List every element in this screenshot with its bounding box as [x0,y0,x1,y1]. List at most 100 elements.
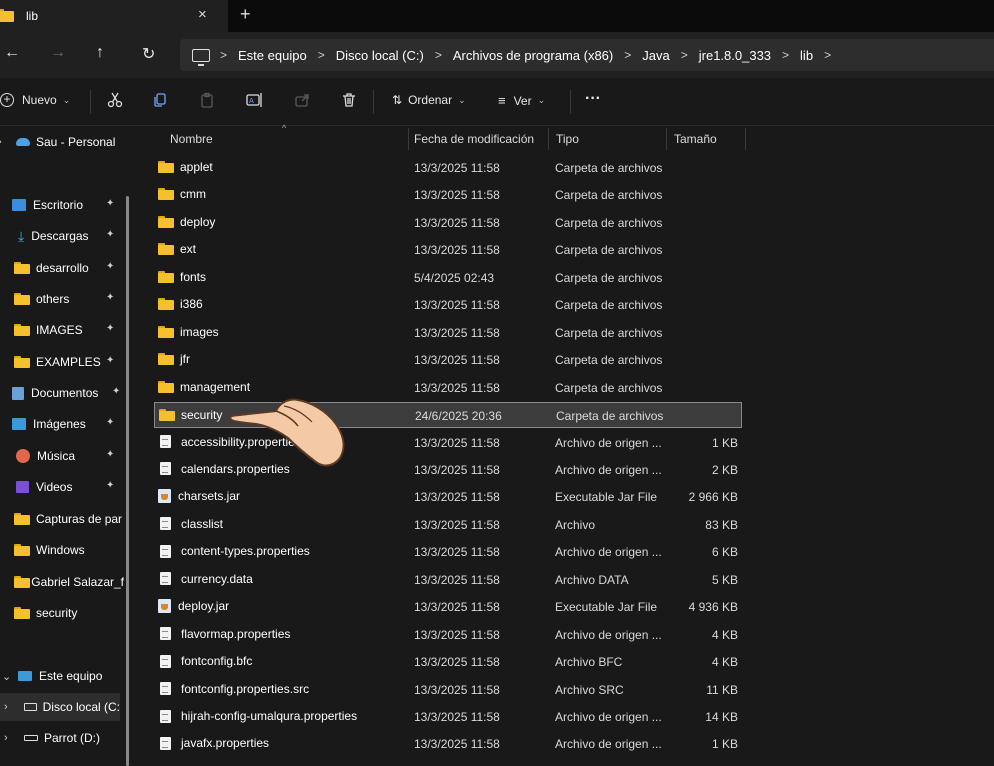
breadcrumb-separator[interactable]: > [824,48,831,62]
file-row[interactable]: javafx.properties 13/3/2025 11:58 Archivo … [154,731,742,757]
file-row[interactable]: content-types.properties 13/3/2025 11:58 A… [154,539,742,565]
view-button[interactable]: ≡ Ver ⌄ [498,93,545,108]
document-icon [160,709,171,723]
file-date: 13/3/2025 11:58 [414,298,500,313]
desktop-icon [12,199,26,211]
sidebar-item-musica[interactable]: Música ✦ [0,442,124,470]
sidebar-item-sau-personal[interactable]: › Sau - Personal [0,128,124,156]
breadcrumb-separator[interactable]: > [220,48,227,62]
sort-button[interactable]: ⇅ Ordenar ⌄ [392,93,466,107]
back-arrow-icon[interactable]: ← [4,44,20,62]
breadcrumb-archivos-de-programa[interactable]: Archivos de programa (x86) [453,48,613,63]
refresh-icon[interactable]: ↻ [142,44,155,64]
file-row[interactable]: ext 13/3/2025 11:58 Carpeta de archivos [154,237,742,263]
sidebar-item-examples[interactable]: EXAMPLES ✦ [0,348,124,376]
breadcrumb-disco-local[interactable]: Disco local (C:) [336,48,424,63]
share-icon[interactable] [293,91,311,109]
column-divider[interactable] [408,128,409,150]
column-header-type[interactable]: Tipo [556,126,579,152]
file-name-cell: applet [158,160,213,174]
forward-arrow-icon[interactable]: → [50,44,66,62]
sidebar-scrollbar[interactable] [126,196,129,766]
sidebar-item-este-equipo[interactable]: ⌄ Este equipo [0,662,124,690]
file-row[interactable]: fontconfig.bfc 13/3/2025 11:58 Archivo BFC… [154,649,742,675]
file-row[interactable]: charsets.jar 13/3/2025 11:58 Executable Ja… [154,484,742,510]
pin-icon: ✦ [106,323,115,334]
sidebar-item-videos[interactable]: Videos ✦ [0,473,124,501]
pin-icon: ✦ [106,480,115,491]
file-row[interactable]: cmm 13/3/2025 11:58 Carpeta de archivos [154,182,742,208]
new-button[interactable]: + Nuevo ⌄ [0,93,70,107]
sidebar-item-descargas[interactable]: ⤓ Descargas ✦ [0,222,124,250]
delete-icon[interactable] [340,91,358,109]
file-size: 11 KB [706,682,738,697]
sidebar-item-capturas[interactable]: Capturas de par [0,505,124,533]
close-icon[interactable]: × [198,6,207,23]
file-name-cell: fontconfig.bfc [158,654,252,668]
column-header-size[interactable]: Tamaño [674,126,717,152]
sidebar-item-security[interactable]: security [0,599,124,627]
breadcrumb-separator[interactable]: > [681,48,688,62]
breadcrumb-separator[interactable]: > [318,48,325,62]
column-header-date[interactable]: Fecha de modificación [414,126,534,152]
column-divider[interactable] [745,128,746,150]
new-tab-button[interactable]: + [240,4,251,25]
file-name: ext [180,242,197,257]
file-row[interactable]: i386 13/3/2025 11:58 Carpeta de archivos [154,292,742,318]
column-divider[interactable] [548,128,549,150]
chevron-right-icon[interactable]: › [4,732,8,744]
more-options-icon[interactable]: ··· [585,90,601,108]
breadcrumb-separator[interactable]: > [782,48,789,62]
column-divider[interactable] [666,128,667,150]
sidebar-item-others[interactable]: others ✦ [0,285,124,313]
file-name: jfr [180,352,190,367]
cut-icon[interactable] [106,91,124,109]
file-row[interactable]: jfr 13/3/2025 11:58 Carpeta de archivos [154,347,742,373]
copy-icon[interactable] [151,91,169,109]
tab-lib[interactable]: lib × [0,0,228,32]
sidebar-item-disco-local[interactable]: › Disco local (C: [0,693,120,721]
breadcrumb-java[interactable]: Java [642,48,669,63]
breadcrumb-separator[interactable]: > [435,48,442,62]
paste-icon[interactable] [198,91,216,109]
folder-icon [158,380,174,393]
sidebar-item-label: Música [37,449,76,463]
breadcrumb-lib[interactable]: lib [800,48,813,63]
sort-button-label: Ordenar [408,93,453,107]
file-type: Archivo de origen ... [555,435,662,450]
up-arrow-icon[interactable]: ↑ [96,44,104,62]
sidebar-item-parrot[interactable]: › Parrot (D:) [0,724,124,752]
rename-icon[interactable]: A [246,91,264,109]
breadcrumb-separator[interactable]: > [624,48,631,62]
chevron-right-icon[interactable]: › [0,136,2,148]
file-row[interactable]: applet 13/3/2025 11:58 Carpeta de archivos [154,155,742,181]
file-size: 4 KB [711,627,738,642]
sidebar-item-gabriel-salazar[interactable]: Gabriel Salazar_f [0,568,124,596]
column-header-name[interactable]: Nombre [170,126,213,152]
file-row[interactable]: fonts 5/4/2025 02:43 Carpeta de archivos [154,265,742,291]
file-name: security [181,408,223,423]
chevron-right-icon[interactable]: › [4,701,8,713]
file-row[interactable]: flavormap.properties 13/3/2025 11:58 Archi… [154,622,742,648]
file-row[interactable]: fontconfig.properties.src 13/3/2025 11:58… [154,677,742,703]
folder-icon [158,215,174,228]
file-type: Archivo de origen ... [555,737,662,752]
file-row[interactable]: deploy.jar 13/3/2025 11:58 Executable Jar … [154,594,742,620]
breadcrumb-este-equipo[interactable]: Este equipo [238,48,307,63]
file-row[interactable]: currency.data 13/3/2025 11:58 Archivo DATA… [154,567,742,593]
sidebar-item-windows[interactable]: Windows [0,536,124,564]
sidebar-item-escritorio[interactable]: Escritorio ✦ [0,191,124,219]
sidebar-item-images[interactable]: IMAGES ✦ [0,316,124,344]
file-row[interactable]: hijrah-config-umalqura.properties 13/3/20… [154,704,742,730]
sidebar-item-imagenes[interactable]: Imágenes ✦ [0,410,124,438]
sort-icon: ⇅ [392,93,403,107]
file-row[interactable]: deploy 13/3/2025 11:58 Carpeta de archivos [154,210,742,236]
breadcrumb-jre[interactable]: jre1.8.0_333 [699,48,771,63]
chevron-down-icon[interactable]: ⌄ [2,670,11,683]
sidebar-item-desarrollo[interactable]: desarrollo ✦ [0,254,124,282]
file-row[interactable]: classlist 13/3/2025 11:58 Archivo 83 KB [154,512,742,538]
sidebar-item-documentos[interactable]: Documentos ✦ [0,379,124,407]
address-bar[interactable]: > Este equipo > Disco local (C:) > Archi… [180,39,994,71]
sort-ascending-icon: ^ [282,123,287,133]
file-row[interactable]: images 13/3/2025 11:58 Carpeta de archivos [154,320,742,346]
